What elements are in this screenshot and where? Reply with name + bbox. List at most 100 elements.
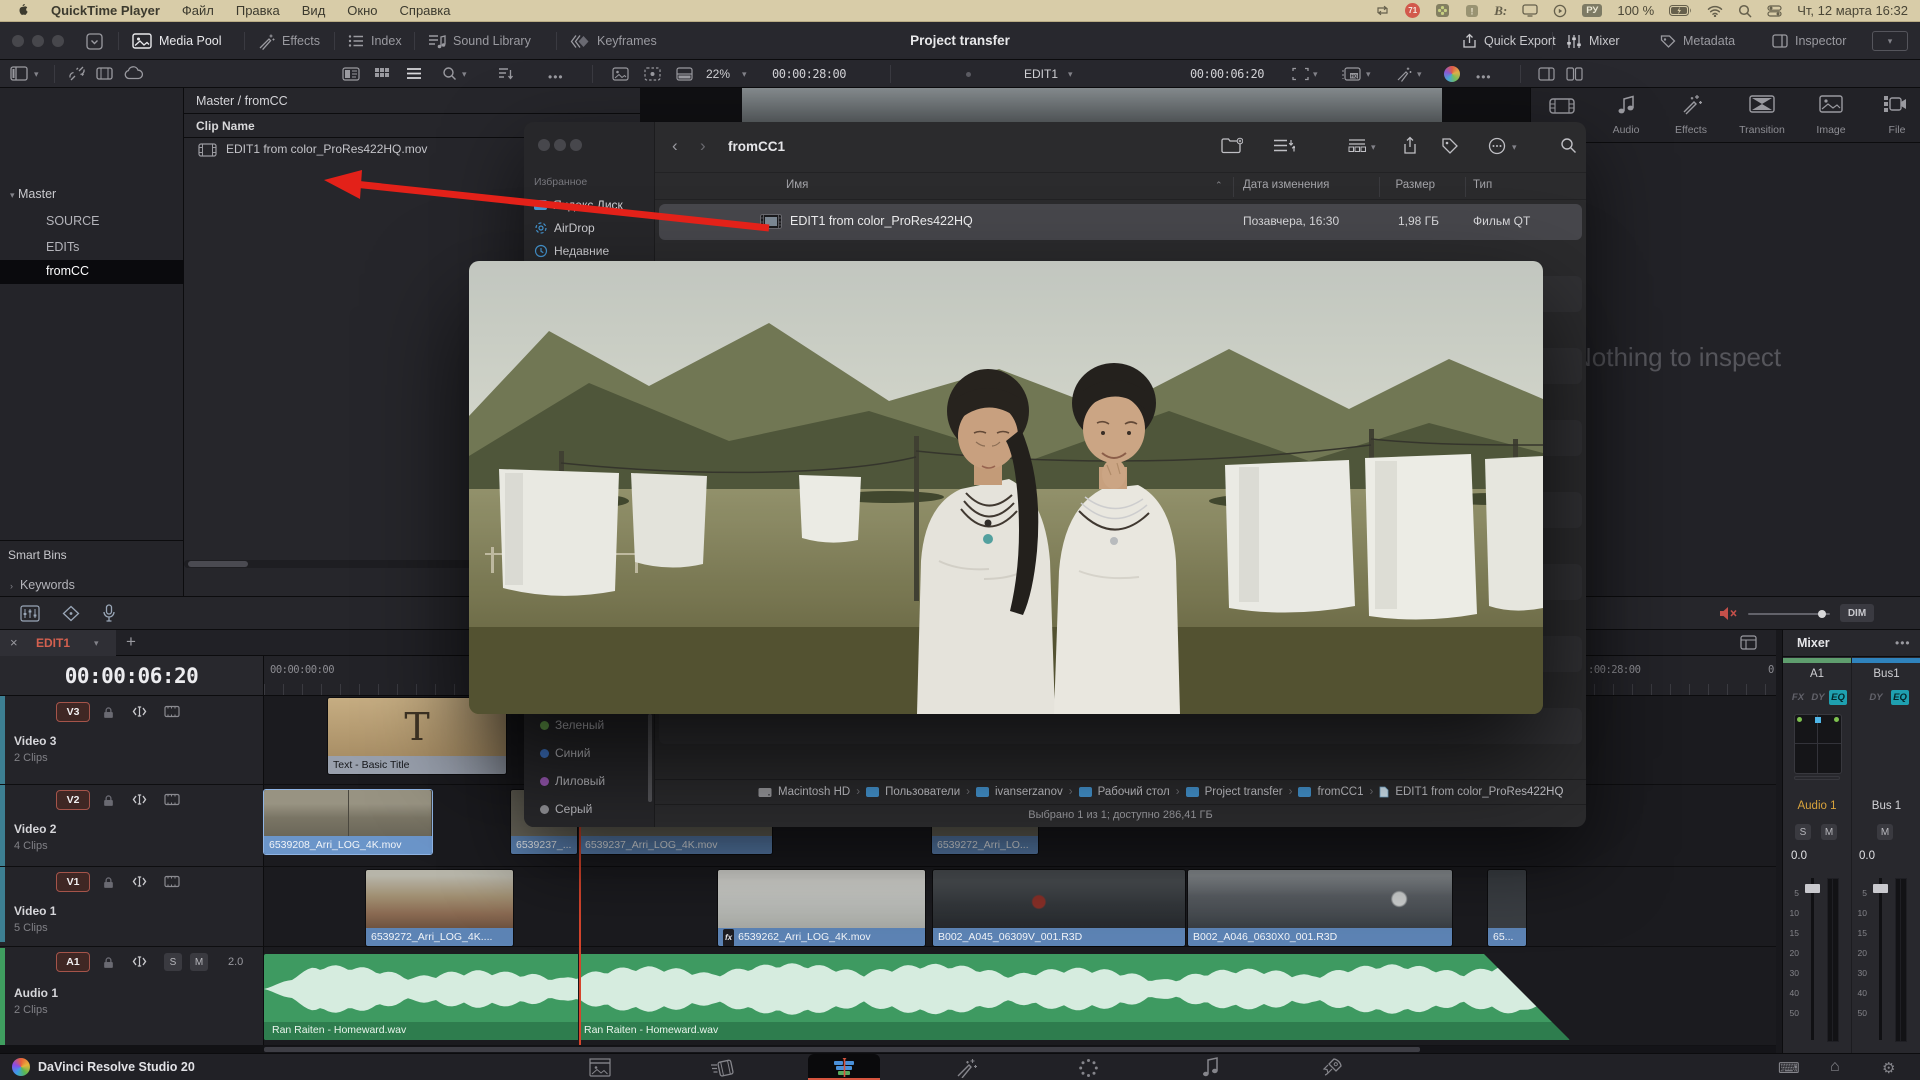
clover-app-icon[interactable] <box>1435 3 1450 18</box>
mixer-button[interactable]: Mixer <box>1566 22 1620 60</box>
search-chevron[interactable]: ▾ <box>462 69 467 80</box>
sidebar-tag-green[interactable]: Зеленый <box>540 718 604 732</box>
mixer-bus-id[interactable]: Bus1 <box>1852 668 1920 680</box>
control-center-icon[interactable] <box>1767 5 1782 17</box>
page-cut-icon[interactable] <box>710 1058 736 1077</box>
page-edit-icon[interactable] <box>832 1058 857 1077</box>
stills-icon[interactable] <box>612 67 629 81</box>
mixer-a1-pan-pad[interactable] <box>1794 714 1842 774</box>
menu-bar-clock[interactable]: Чт, 12 марта 16:32 <box>1797 3 1908 18</box>
battery-icon[interactable] <box>1669 5 1692 16</box>
breadcrumb-item[interactable]: ivanserzanov <box>995 786 1063 798</box>
share-icon[interactable] <box>1402 136 1418 155</box>
list-sort-icon[interactable] <box>1273 138 1295 154</box>
tab-file[interactable]: File <box>1867 124 1920 136</box>
cloud-icon[interactable] <box>124 66 143 80</box>
breadcrumb-item[interactable]: Пользователи <box>885 786 960 798</box>
viewer-zoom-select[interactable]: 22% <box>706 67 730 81</box>
metadata-view-icon[interactable] <box>342 67 360 81</box>
menu-file[interactable]: Файл <box>182 3 214 18</box>
media-pool-more-icon[interactable]: ••• <box>548 70 564 84</box>
quicktime-window[interactable] <box>469 261 1543 714</box>
page-select-icon[interactable] <box>86 33 103 50</box>
auto-select-icon[interactable] <box>132 955 147 968</box>
pan-diamond-icon[interactable] <box>62 605 80 622</box>
spotlight-search-icon[interactable] <box>1738 4 1752 18</box>
smart-bins-header[interactable]: Smart Bins <box>8 548 67 562</box>
lock-icon[interactable] <box>102 794 115 807</box>
track-v2-badge[interactable]: V2 <box>56 790 90 810</box>
tab-effects-icon[interactable] <box>1681 93 1703 115</box>
viewer-zoom-chevron[interactable]: ▾ <box>742 69 747 80</box>
viewer-panel-icon[interactable] <box>1538 67 1555 81</box>
page-color-icon[interactable] <box>1078 1058 1099 1078</box>
tags-icon[interactable] <box>1441 137 1459 155</box>
pan-marker[interactable] <box>1815 717 1821 723</box>
sidebar-tag-purple[interactable]: Лиловый <box>540 774 605 788</box>
quick-export-button[interactable]: Quick Export <box>1462 22 1556 60</box>
mixer-bus-fader-knob[interactable] <box>1873 884 1888 893</box>
sidebar-scrollbar[interactable] <box>648 714 652 802</box>
column-size[interactable]: Размер <box>1379 179 1435 191</box>
lock-icon[interactable] <box>102 956 115 969</box>
solo-button[interactable]: S <box>164 953 182 971</box>
timeline-audio-clip[interactable]: Ran Raiten - Homeward.wav Ran Raiten - H… <box>264 954 1570 1040</box>
column-type[interactable]: Тип <box>1473 179 1492 191</box>
search-icon[interactable] <box>442 66 457 81</box>
track-v1-badge[interactable]: V1 <box>56 872 90 892</box>
audio-mixer-small-icon[interactable] <box>20 605 40 622</box>
timeline-hscrollbar[interactable] <box>264 1046 1776 1053</box>
fit-chevron[interactable]: ▾ <box>1313 69 1318 80</box>
mixer-a1-fx-button[interactable]: FX <box>1789 690 1807 705</box>
timeline-select[interactable]: EDIT1 <box>1024 67 1058 81</box>
viewer-effects-chevron[interactable]: ▾ <box>1417 69 1422 80</box>
bin-source-row[interactable]: SOURCE <box>46 214 99 228</box>
group-view-chevron[interactable]: ▾ <box>1371 142 1376 153</box>
tab-effects[interactable]: Effects <box>1661 124 1721 136</box>
keyframes-button[interactable]: Keyframes <box>570 22 657 60</box>
track-v3-badge[interactable]: V3 <box>56 702 90 722</box>
tab-image-icon[interactable] <box>1819 95 1843 113</box>
boom-app-icon[interactable]: B: <box>1494 3 1507 19</box>
sound-library-button[interactable]: Sound Library <box>428 22 531 60</box>
timeline-clip-6539262[interactable]: fx6539262_Arri_LOG_4K.mov <box>718 870 925 946</box>
list-view-icon[interactable] <box>406 67 422 80</box>
viewer-more-icon[interactable]: ••• <box>1476 70 1492 84</box>
tab-video-icon[interactable] <box>1549 96 1575 116</box>
grab-still-icon[interactable] <box>644 67 661 81</box>
inspector-button[interactable]: Inspector <box>1772 22 1846 60</box>
sidebar-toggle-chevron[interactable]: ▾ <box>34 69 39 80</box>
color-wheel-icon[interactable] <box>1444 66 1460 82</box>
clip-name-column-header[interactable]: Clip Name <box>196 119 255 133</box>
split-view-icon[interactable] <box>676 67 693 81</box>
page-media-icon[interactable] <box>588 1058 612 1077</box>
tab-audio[interactable]: Audio <box>1596 124 1656 136</box>
frame-view-icon[interactable] <box>164 705 180 718</box>
timeline-options-icon[interactable] <box>1740 635 1757 650</box>
lock-icon[interactable] <box>102 706 115 719</box>
monitor-volume-slider[interactable] <box>1748 613 1830 615</box>
fit-icon[interactable] <box>1292 67 1309 81</box>
new-folder-icon[interactable] <box>1221 137 1243 155</box>
breadcrumb-item[interactable]: EDIT1 from color_ProRes422HQ <box>1395 786 1563 798</box>
more-actions-icon[interactable] <box>1488 137 1506 155</box>
frame-view-icon[interactable] <box>164 793 180 806</box>
back-icon[interactable]: ‹ <box>672 136 678 156</box>
alert-app-icon[interactable]: ! <box>1465 4 1479 18</box>
tab-file-icon[interactable] <box>1883 94 1907 114</box>
apple-menu-icon[interactable] <box>16 3 29 18</box>
forward-icon[interactable]: › <box>700 136 706 156</box>
mixer-a1-fader-knob[interactable] <box>1805 884 1820 893</box>
notification-badge[interactable]: 71 <box>1405 3 1420 18</box>
settings-gear-icon[interactable]: ⚙ <box>1882 1059 1895 1077</box>
sidebar-tag-gray[interactable]: Серый <box>540 802 592 816</box>
dim-button[interactable]: DIM <box>1840 604 1874 622</box>
finder-file-row[interactable]: EDIT1 from color_ProRes422HQ Позавчера, … <box>659 204 1582 240</box>
track-a1-badge[interactable]: A1 <box>56 952 90 972</box>
proxy-chevron[interactable]: ▾ <box>1366 69 1371 80</box>
mixer-bus-fader-track[interactable] <box>1879 878 1882 1040</box>
playback-icon[interactable] <box>1553 4 1567 18</box>
timeline-clip-6539208[interactable]: 6539208_Arri_LOG_4K.mov <box>264 790 432 854</box>
frame-view-icon[interactable] <box>164 875 180 888</box>
mixer-a1-fader-track[interactable] <box>1811 878 1814 1040</box>
